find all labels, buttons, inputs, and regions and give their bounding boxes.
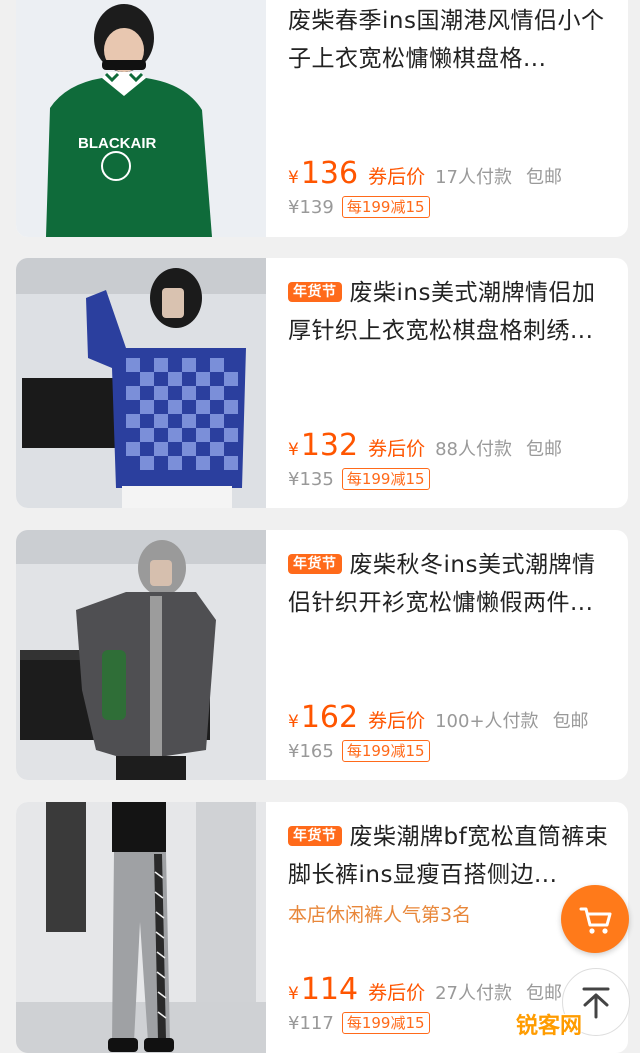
shopping-cart-icon — [579, 907, 612, 934]
original-price: ¥165 — [288, 741, 334, 762]
coupon-price: 132 — [300, 428, 359, 463]
product-card[interactable]: 年货节 废柴ins美式潮牌情侣加厚针织上衣宽松棋盘格刺绣... ¥132 券后价 88… — [16, 258, 628, 508]
original-price: ¥135 — [288, 469, 334, 490]
original-price-row: ¥135 每199减15 — [288, 468, 430, 490]
sold-count: 100+人付款 — [435, 711, 539, 732]
currency-symbol: ¥ — [288, 440, 299, 460]
svg-text:BLACKAIR: BLACKAIR — [78, 135, 156, 152]
original-price-row: ¥165 每199减15 — [288, 740, 430, 762]
product-card[interactable]: BLACKAIR 废柴春季ins国潮港风情侣小个子上衣宽松慵懒棋盘格... ¥1… — [16, 0, 628, 237]
coupon-badge: 每199减15 — [341, 1012, 430, 1034]
coupon-price: 114 — [300, 972, 359, 1007]
original-price: ¥139 — [288, 197, 334, 218]
product-photo — [16, 258, 266, 508]
coupon-badge: 每199减15 — [341, 740, 430, 762]
product-image[interactable] — [16, 258, 266, 508]
coupon-price: 136 — [300, 156, 359, 191]
price-row: ¥136 券后价 17人付款 包邮 — [288, 156, 616, 191]
festival-tag: 年货节 — [288, 282, 342, 302]
product-title[interactable]: 年货节 废柴潮牌bf宽松直筒裤束脚长裤ins显瘦百搭侧边... — [288, 818, 616, 894]
sold-count: 88人付款 — [435, 439, 513, 460]
original-price-row: ¥139 每199减15 — [288, 196, 430, 218]
product-image[interactable] — [16, 802, 266, 1053]
sold-count: 27人付款 — [435, 983, 513, 1004]
watermark: 锐客网 — [516, 1014, 583, 1039]
after-coupon-label: 券后价 — [368, 438, 426, 460]
coupon-price: 162 — [300, 700, 359, 735]
product-photo — [16, 802, 266, 1053]
product-title[interactable]: 年货节 废柴ins美式潮牌情侣加厚针织上衣宽松棋盘格刺绣... — [288, 274, 616, 350]
sold-count: 17人付款 — [435, 167, 513, 188]
price-row: ¥162 券后价 100+人付款 包邮 — [288, 700, 616, 735]
free-shipping-label: 包邮 — [526, 167, 563, 188]
festival-tag: 年货节 — [288, 826, 342, 846]
product-image[interactable]: BLACKAIR — [16, 0, 266, 237]
product-image[interactable] — [16, 530, 266, 780]
product-card[interactable]: 年货节 废柴秋冬ins美式潮牌情侣针织开衫宽松慵懒假两件... ¥162 券后价 10… — [16, 530, 628, 780]
after-coupon-label: 券后价 — [368, 982, 426, 1004]
product-info: 废柴春季ins国潮港风情侣小个子上衣宽松慵懒棋盘格... ¥136 券后价 17人付… — [288, 0, 616, 237]
festival-tag: 年货节 — [288, 554, 342, 574]
product-title[interactable]: 废柴春季ins国潮港风情侣小个子上衣宽松慵懒棋盘格... — [288, 2, 616, 78]
original-price-row: ¥117 每199减15 — [288, 1012, 430, 1034]
coupon-badge: 每199减15 — [341, 196, 430, 218]
cart-button[interactable] — [561, 885, 629, 953]
currency-symbol: ¥ — [288, 712, 299, 732]
product-title[interactable]: 年货节 废柴秋冬ins美式潮牌情侣针织开衫宽松慵懒假两件... — [288, 546, 616, 622]
original-price: ¥117 — [288, 1013, 334, 1034]
product-info: 年货节 废柴ins美式潮牌情侣加厚针织上衣宽松棋盘格刺绣... ¥132 券后价 88… — [288, 258, 616, 508]
product-photo: BLACKAIR — [16, 0, 266, 237]
price-row: ¥132 券后价 88人付款 包邮 — [288, 428, 616, 463]
currency-symbol: ¥ — [288, 168, 299, 188]
coupon-badge: 每199减15 — [341, 468, 430, 490]
product-info: 年货节 废柴秋冬ins美式潮牌情侣针织开衫宽松慵懒假两件... ¥162 券后价 10… — [288, 530, 616, 780]
free-shipping-label: 包邮 — [526, 439, 563, 460]
product-photo — [16, 530, 266, 780]
free-shipping-label: 包邮 — [526, 983, 563, 1004]
after-coupon-label: 券后价 — [368, 710, 426, 732]
currency-symbol: ¥ — [288, 984, 299, 1004]
free-shipping-label: 包邮 — [552, 711, 589, 732]
after-coupon-label: 券后价 — [368, 166, 426, 188]
